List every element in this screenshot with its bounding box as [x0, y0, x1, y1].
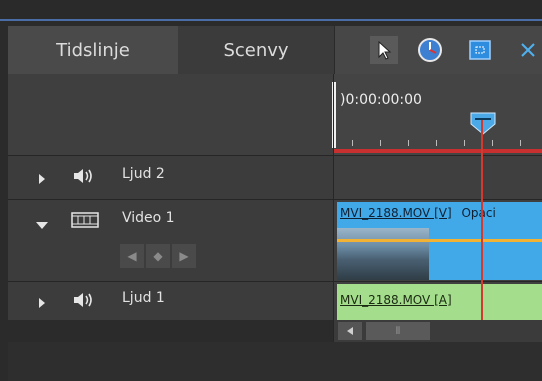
next-keyframe-button[interactable]: ▶	[172, 244, 196, 268]
audio-clip-name: MVI_2188.MOV [A]	[340, 293, 452, 307]
playhead-line	[481, 120, 483, 322]
film-icon	[71, 212, 99, 228]
ruler-tick	[408, 140, 409, 146]
ruler-tick	[436, 140, 437, 146]
cursor-icon	[378, 40, 392, 60]
accent-line	[0, 19, 542, 21]
razor-tool-button[interactable]	[514, 36, 542, 64]
expand-toggle-ljud2[interactable]	[36, 170, 48, 184]
selection-tool-button[interactable]	[370, 36, 398, 64]
add-keyframe-button[interactable]: ◆	[146, 244, 170, 268]
next-keyframe-icon: ▶	[179, 249, 189, 263]
ruler-tick	[380, 140, 381, 146]
opacity-rubberband[interactable]	[337, 239, 542, 242]
window-top-frame	[0, 0, 542, 21]
ruler-tick	[492, 140, 493, 146]
fit-view-button[interactable]	[466, 36, 494, 64]
video-clip-thumbnail	[337, 228, 429, 280]
track-lane-ljud2[interactable]	[334, 156, 542, 199]
chevron-right-icon	[39, 174, 45, 184]
clock-icon	[418, 38, 442, 62]
column-divider	[333, 74, 334, 342]
track-name-video1: Video 1	[122, 210, 175, 226]
track-header-spacer	[8, 74, 334, 156]
arrow-left-icon	[347, 327, 353, 335]
scroll-thumb[interactable]: ⦀	[366, 322, 430, 340]
expand-toggle-video1[interactable]	[35, 216, 49, 229]
tab-scenvy[interactable]: Scenvy	[178, 26, 334, 74]
track-name-ljud1: Ljud 1	[122, 290, 165, 306]
bottom-area	[8, 342, 542, 381]
audio-clip-title: MVI_2188.MOV [A]	[340, 293, 452, 307]
tab-tidslinje-label: Tidslinje	[56, 39, 130, 61]
track-header-ljud1	[8, 282, 333, 320]
playhead-marker-icon	[470, 112, 496, 135]
mute-toggle-ljud2[interactable]	[72, 166, 96, 190]
diamond-icon: ◆	[153, 249, 163, 263]
track-name-ljud2: Ljud 2	[122, 166, 165, 182]
chevron-right-icon	[39, 298, 45, 308]
scissors-icon	[521, 43, 535, 57]
mute-toggle-ljud1[interactable]	[72, 290, 96, 314]
time-stretch-button[interactable]	[416, 36, 444, 64]
scroll-left-button[interactable]	[338, 322, 362, 340]
prev-keyframe-icon: ◀	[127, 249, 137, 263]
chevron-down-icon	[36, 222, 48, 229]
video-clip-effect: Opaci	[461, 206, 496, 220]
track-header-ljud2	[8, 156, 333, 199]
tab-tidslinje[interactable]: Tidslinje	[8, 26, 178, 74]
time-ruler[interactable]	[334, 74, 542, 156]
tab-scenvy-label: Scenvy	[223, 39, 289, 61]
grip-icon: ⦀	[395, 325, 401, 337]
speaker-icon	[74, 169, 92, 183]
toolbar-divider	[334, 26, 335, 74]
track-output-toggle-video1[interactable]	[70, 210, 100, 234]
work-area-bar[interactable]	[334, 149, 542, 153]
video-clip-name: MVI_2188.MOV [V]	[340, 206, 452, 220]
ruler-tick	[352, 140, 353, 146]
video-clip-title: MVI_2188.MOV [V] Opaci	[340, 206, 496, 220]
playhead-handle[interactable]	[470, 112, 496, 140]
speaker-icon	[74, 293, 92, 307]
ruler-timecode: )0:00:00:00	[340, 92, 422, 108]
ruler-tick	[464, 140, 465, 146]
ruler-tick	[520, 140, 521, 146]
prev-keyframe-button[interactable]: ◀	[120, 244, 144, 268]
keyframe-nav: ◀ ◆ ▶	[120, 244, 220, 268]
expand-toggle-ljud1[interactable]	[36, 294, 48, 308]
fit-icon	[469, 40, 491, 60]
